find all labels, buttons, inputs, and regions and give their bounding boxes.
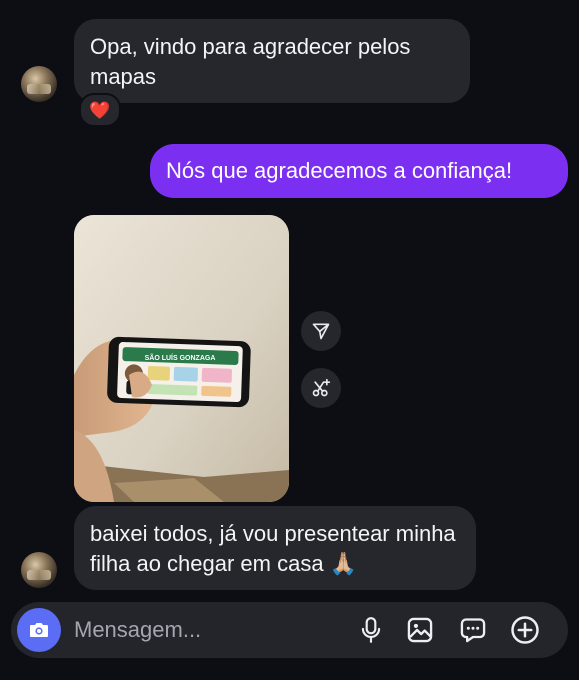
- send-icon: [312, 323, 330, 340]
- camera-button[interactable]: [17, 608, 61, 652]
- sticker-button[interactable]: [457, 614, 489, 646]
- message-input[interactable]: Mensagem...: [74, 602, 201, 658]
- avatar[interactable]: [21, 552, 57, 588]
- reaction-badge[interactable]: ❤️: [79, 93, 121, 127]
- heart-icon: ❤️: [89, 100, 111, 120]
- share-button[interactable]: [301, 311, 341, 351]
- message-text: Nós que agradecemos a confiança!: [166, 158, 513, 183]
- microphone-icon: [361, 617, 381, 643]
- message-bubble-incoming[interactable]: Opa, vindo para agradecer pelos mapas: [74, 19, 470, 103]
- camera-icon: [30, 623, 48, 637]
- message-bubble-outgoing[interactable]: Nós que agradecemos a confiança!: [150, 144, 568, 198]
- remix-button[interactable]: [301, 368, 341, 408]
- photo-message[interactable]: SÃO LUÍS GONZAGA: [74, 215, 289, 502]
- message-text: baixei todos, já vou presentear minha fi…: [90, 521, 456, 576]
- add-button[interactable]: [509, 614, 541, 646]
- chat-dots-icon: [460, 618, 486, 643]
- message-text: Opa, vindo para agradecer pelos mapas: [90, 34, 411, 89]
- microphone-button[interactable]: [355, 614, 387, 646]
- message-bubble-incoming[interactable]: baixei todos, já vou presentear minha fi…: [74, 506, 476, 590]
- avatar[interactable]: [21, 66, 57, 102]
- photo-caption: SÃO LUÍS GONZAGA: [145, 353, 216, 362]
- image-icon: [407, 617, 433, 643]
- photo-image: SÃO LUÍS GONZAGA: [74, 215, 289, 502]
- plus-circle-icon: [511, 616, 539, 644]
- gallery-button[interactable]: [404, 614, 436, 646]
- message-composer: Mensagem...: [11, 602, 568, 658]
- scissors-sparkle-icon: [312, 378, 331, 397]
